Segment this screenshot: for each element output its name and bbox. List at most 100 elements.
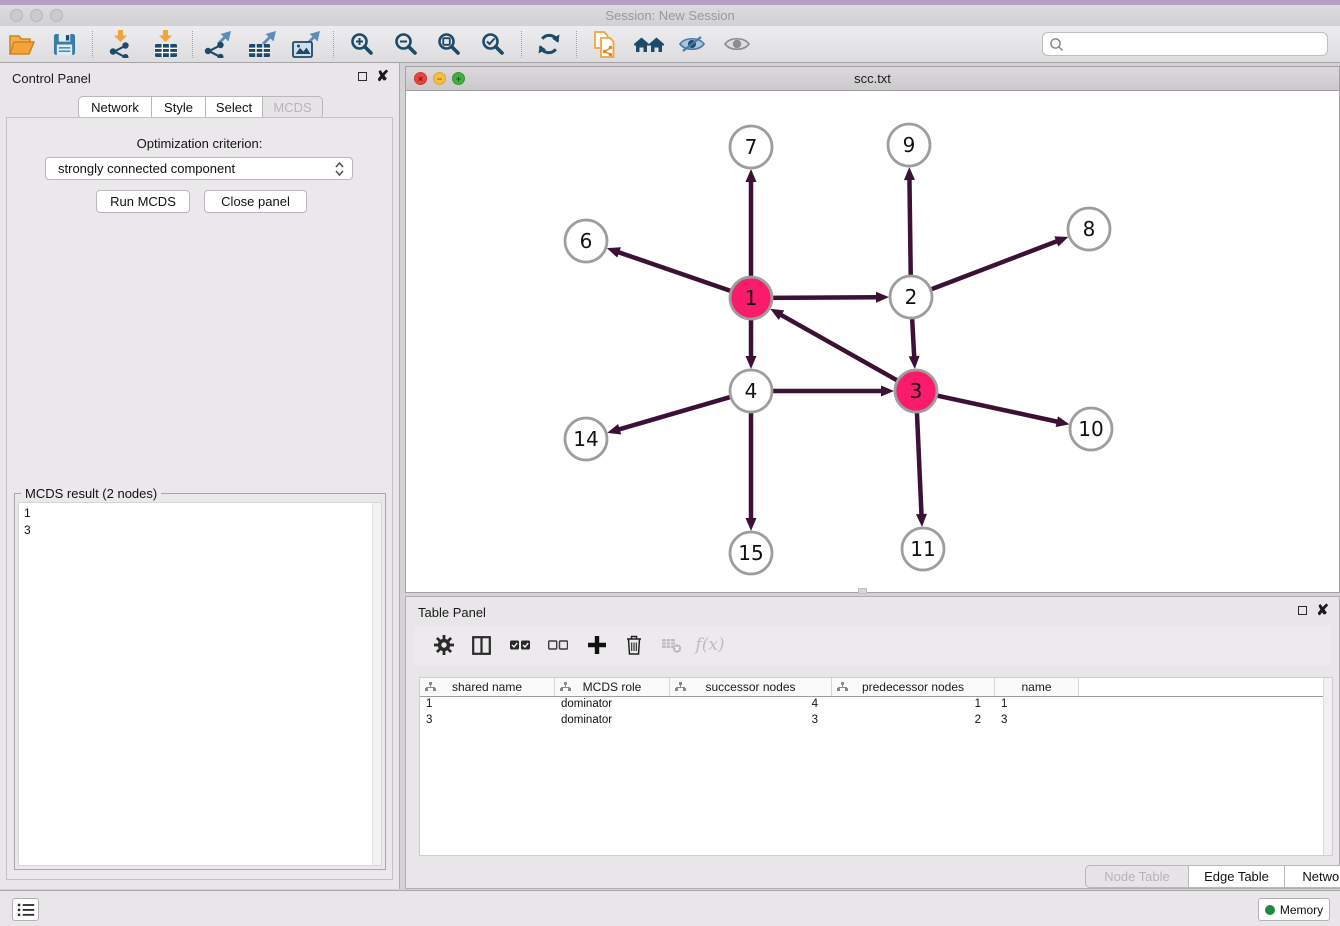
export-table-button[interactable] [245,28,279,60]
column-header-shared-name[interactable]: shared name [420,678,555,696]
edge-arrowhead [881,386,894,397]
maximize-view-button[interactable]: + [452,72,465,85]
node-label: 15 [738,541,763,565]
edge-arrowhead [746,169,757,182]
float-panel-icon[interactable] [358,72,367,81]
zoom-in-button[interactable] [345,28,379,60]
float-table-panel-icon[interactable] [1298,606,1307,615]
graph-edge-1-6[interactable] [617,252,733,292]
function-builder-button[interactable]: f(x) [694,629,726,661]
result-scrollbar[interactable] [372,503,381,865]
network-graph[interactable]: 1234678910111415 [406,91,1339,592]
node-label: 7 [745,135,758,159]
splitter-handle[interactable] [858,588,867,594]
network-canvas[interactable]: 1234678910111415 [406,91,1339,592]
import-network-icon [107,30,134,58]
tab-node-table[interactable]: Node Table [1085,865,1189,888]
show-all-button[interactable] [720,28,754,60]
tab-select[interactable]: Select [206,96,263,119]
run-mcds-button[interactable]: Run MCDS [96,190,190,213]
criterion-select[interactable]: strongly connected component [45,157,353,180]
node-label: 3 [910,379,923,403]
cell-mcds-role: dominator [555,713,670,729]
minimize-window-button[interactable] [30,9,43,22]
close-table-panel-icon[interactable]: ✘ [1316,605,1329,616]
table-toolbar: f(x) [414,625,1331,665]
clone-network-button[interactable] [588,28,622,60]
cell-name: 3 [995,713,1079,729]
network-view-window: × − + scc.txt 1234678910111415 [405,66,1340,593]
export-image-icon [292,30,320,58]
clone-network-icon [592,31,618,58]
zoom-out-button[interactable] [389,28,423,60]
delete-column-button[interactable] [618,629,650,661]
tab-mcds[interactable]: MCDS [263,96,323,119]
graph-edge-2-3[interactable] [912,316,914,358]
delete-table-icon [662,637,682,653]
close-panel-button[interactable]: Close panel [204,190,307,213]
column-type-icon [675,682,686,692]
mcds-panel: Optimization criterion: strongly connect… [6,117,393,880]
tab-style[interactable]: Style [152,96,206,119]
node-label: 2 [905,285,918,309]
import-table-button[interactable] [149,28,183,60]
zoom-fit-button[interactable] [432,28,466,60]
column-header-successor-nodes[interactable]: successor nodes [670,678,832,696]
memory-button[interactable]: Memory [1258,898,1330,921]
zoom-fit-icon [437,32,461,56]
window-controls[interactable] [10,9,63,22]
close-window-button[interactable] [10,9,23,22]
graph-edge-3-10[interactable] [935,395,1059,422]
export-image-button[interactable] [289,28,323,60]
memory-status-icon [1265,905,1275,915]
app-title: Session: New Session [0,5,1340,26]
graph-edge-1-2[interactable] [770,297,878,298]
tab-network[interactable]: Network [78,96,152,119]
graph-edge-2-8[interactable] [929,241,1058,290]
mcds-result-text[interactable]: 1 3 [18,502,382,866]
table-row[interactable]: 3 dominator 3 2 3 [420,713,1332,729]
node-table[interactable]: shared name MCDS role successor nodes pr… [419,677,1333,856]
delete-table-button[interactable] [656,629,688,661]
graph-edge-3-1[interactable] [780,314,900,381]
toolbar-separator [521,31,522,58]
cell-predecessor-nodes: 2 [832,713,995,729]
open-session-button[interactable] [5,28,39,60]
graph-edge-3-11[interactable] [917,410,922,516]
control-panel-title: Control Panel [12,71,91,86]
save-session-button[interactable] [47,28,81,60]
cell-successor-nodes: 4 [670,697,832,713]
zoom-selected-button[interactable] [476,28,510,60]
minimize-view-button[interactable]: − [433,72,446,85]
column-layout-button[interactable] [465,629,497,661]
table-settings-button[interactable] [428,629,460,661]
column-header-name[interactable]: name [995,678,1079,696]
search-input[interactable] [1064,37,1321,51]
column-header-mcds-role[interactable]: MCDS role [555,678,670,696]
close-view-button[interactable]: × [414,72,427,85]
network-window-titlebar[interactable]: × − + scc.txt [406,67,1339,91]
search-icon [1049,37,1064,52]
column-header-predecessor-nodes[interactable]: predecessor nodes [832,678,995,696]
export-network-button[interactable] [201,28,235,60]
cell-shared-name: 1 [420,697,555,713]
deselect-all-columns-button[interactable] [542,629,574,661]
table-scrollbar[interactable] [1323,678,1332,855]
home-layout-button[interactable] [632,28,666,60]
close-panel-icon[interactable]: ✘ [376,71,389,82]
add-column-button[interactable] [581,629,613,661]
hide-selected-button[interactable] [675,28,709,60]
import-network-button[interactable] [103,28,137,60]
search-field[interactable] [1042,32,1328,56]
refresh-button[interactable] [532,28,566,60]
home-icon [634,34,664,54]
table-tabs: Node Table Edge Table Network Table Moti… [1085,865,1340,888]
table-row[interactable]: 1 dominator 4 1 1 [420,697,1332,713]
maximize-window-button[interactable] [50,9,63,22]
tab-network-table[interactable]: Network Table [1285,865,1340,888]
graph-edge-4-14[interactable] [618,396,733,429]
tab-edge-table[interactable]: Edge Table [1189,865,1285,888]
select-all-columns-button[interactable] [504,629,536,661]
task-history-button[interactable] [12,898,39,921]
graph-edge-2-9[interactable] [909,178,910,278]
